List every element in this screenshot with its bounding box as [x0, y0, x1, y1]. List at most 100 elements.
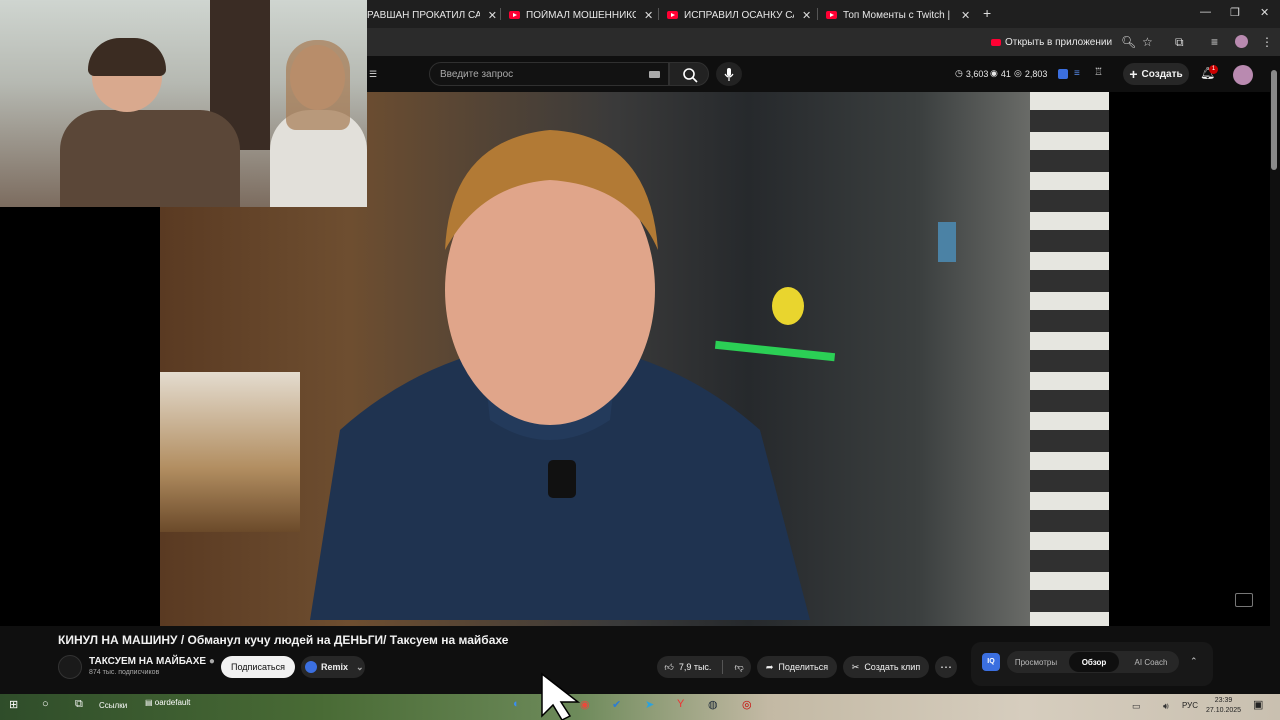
- iq-badge: IQ: [982, 653, 1000, 671]
- extension-list-icon[interactable]: ≡: [1074, 68, 1080, 79]
- account-avatar[interactable]: [1233, 65, 1253, 85]
- notification-center-icon[interactable]: ▣: [1253, 698, 1263, 711]
- tab-title: ПОЙМАЛ МОШЕННИКОВ И ЗА: [526, 9, 636, 21]
- stat-comments: ◎ 2,803: [1014, 68, 1047, 79]
- video-title: КИНУЛ НА МАШИНУ / Обманул кучу людей на …: [58, 633, 509, 647]
- scissors-icon: ✂: [851, 661, 860, 672]
- extension-iq-icon[interactable]: [1058, 69, 1068, 79]
- extensions-icon[interactable]: ⧉: [1175, 35, 1184, 50]
- eye-icon: ◉: [990, 68, 998, 78]
- channel-name[interactable]: ТАКСУЕМ НА МАЙБАХЕ ●: [89, 656, 215, 667]
- stat-views: ◉ 41: [990, 68, 1011, 79]
- new-tab-button[interactable]: +: [983, 5, 991, 21]
- language-indicator[interactable]: РУС: [1182, 701, 1198, 710]
- thumbs-up-icon[interactable]: 👍︎: [664, 662, 673, 673]
- share-icon: ➦: [765, 661, 774, 672]
- media-controls-icon[interactable]: ≡: [1211, 35, 1218, 49]
- search-input[interactable]: Введите запрос: [429, 62, 669, 86]
- clock-time: 23:39: [1214, 697, 1233, 704]
- task-view-icon[interactable]: ⧉: [75, 698, 83, 711]
- remix-label: Remix: [321, 662, 349, 672]
- player-letterbox-left: [0, 207, 160, 626]
- youtube-icon: [509, 11, 520, 19]
- tab-divider: [658, 8, 659, 20]
- clock[interactable]: 23:39 27.10.2025: [1206, 696, 1241, 716]
- links-toolbar[interactable]: Ссылки: [99, 701, 127, 710]
- steam-icon[interactable]: ◍: [708, 698, 718, 711]
- profile-avatar[interactable]: [1235, 35, 1248, 48]
- keyboard-icon[interactable]: [649, 71, 660, 78]
- volume-icon[interactable]: 🔊︎: [1163, 701, 1169, 712]
- remix-button[interactable]: Remix ⌄: [301, 656, 365, 678]
- close-tab-icon[interactable]: ✕: [488, 9, 497, 22]
- clip-button[interactable]: ✂ Создать клип: [843, 656, 929, 678]
- edge-icon[interactable]: ◐: [513, 698, 520, 710]
- search-icon[interactable]: ○: [42, 698, 49, 710]
- windows-taskbar: [0, 694, 1280, 720]
- more-actions-button[interactable]: ⋯: [935, 656, 957, 678]
- close-tab-icon[interactable]: ✕: [802, 9, 811, 22]
- browser-tab-4[interactable]: Топ Моменты с Twitch | Кукин ✕: [826, 4, 972, 26]
- player-letterbox-right: [1109, 92, 1270, 626]
- voice-search-button[interactable]: [716, 62, 742, 86]
- like-dislike-group: 👍︎ 7,9 тыс. 👎︎: [657, 656, 751, 678]
- hair-right: [286, 40, 350, 130]
- divider: [722, 660, 724, 674]
- clock-icon: ◷: [955, 68, 963, 78]
- open-in-app-button[interactable]: Открыть в приложении: [991, 33, 1112, 51]
- browser-tab-3[interactable]: ИСПРАВИЛ ОСАНКУ САМЫМ ✕: [667, 4, 813, 26]
- thumbs-down-icon[interactable]: 👎︎: [734, 662, 743, 673]
- verified-icon: ●: [208, 656, 215, 667]
- subscriber-count: 874 тыс. подписчиков: [89, 669, 160, 676]
- browser-tab-1[interactable]: РАВШАН ПРОКАТИЛ САБИНУ ✕: [367, 4, 497, 26]
- bookmark-star-icon[interactable]: ☆: [1142, 35, 1153, 49]
- browser-menu-icon[interactable]: ⋮: [1261, 35, 1273, 49]
- search-icon: [683, 68, 698, 83]
- file-icon: ▤: [145, 698, 153, 707]
- app-check-icon[interactable]: ✔: [612, 698, 621, 711]
- tab-views[interactable]: Просмотры: [1010, 651, 1062, 673]
- stat-value: 2,803: [1024, 68, 1048, 79]
- close-window-icon[interactable]: ✕: [1260, 6, 1269, 19]
- stat-value: 41: [1000, 68, 1011, 79]
- comment-icon: ◎: [1014, 68, 1022, 78]
- microphone-icon: [724, 68, 734, 81]
- like-count[interactable]: 7,9 тыс.: [679, 662, 712, 672]
- taskbar-default-item[interactable]: ▤ oardefault: [145, 698, 190, 707]
- restore-icon[interactable]: ❐: [1230, 6, 1240, 19]
- create-button[interactable]: + Создать: [1123, 63, 1189, 85]
- share-button[interactable]: ➦ Поделиться: [757, 656, 837, 678]
- scrollbar-thumb[interactable]: [1271, 70, 1277, 170]
- tab-ai-coach[interactable]: AI Coach: [1126, 651, 1176, 673]
- search-button[interactable]: [669, 62, 709, 86]
- search-placeholder: Введите запрос: [440, 68, 514, 80]
- tab-divider: [500, 8, 501, 20]
- yandex-icon[interactable]: Y: [677, 698, 684, 710]
- close-tab-icon[interactable]: ✕: [961, 9, 970, 22]
- tab-title: РАВШАН ПРОКАТИЛ САБИНУ: [367, 9, 480, 21]
- screen-light: [938, 222, 956, 262]
- youtube-icon: [991, 38, 1001, 46]
- telegram-icon[interactable]: ➤: [645, 698, 654, 711]
- close-tab-icon[interactable]: ✕: [644, 9, 653, 22]
- channel-avatar[interactable]: [58, 655, 82, 679]
- clock-date: 27.10.2025: [1206, 707, 1242, 714]
- subscribe-button[interactable]: Подписаться: [221, 656, 295, 678]
- extension-trophy-icon[interactable]: ♖: [1094, 67, 1103, 78]
- minimize-icon[interactable]: —: [1200, 6, 1211, 18]
- hamburger-menu-icon[interactable]: ☰: [369, 69, 377, 80]
- browser-tab-2[interactable]: ПОЙМАЛ МОШЕННИКОВ И ЗА ✕: [509, 4, 654, 26]
- share-label: Поделиться: [778, 662, 829, 672]
- youtube-icon: [667, 11, 678, 19]
- start-icon[interactable]: ⊞: [9, 698, 18, 711]
- channel-name-text: ТАКСУЕМ НА МАЙБАХЕ: [89, 656, 207, 667]
- mouse-cursor-icon: [541, 672, 581, 720]
- obs-icon[interactable]: ◎: [742, 698, 752, 711]
- plus-icon: +: [1129, 66, 1138, 82]
- tab-overview[interactable]: Обзор: [1069, 652, 1119, 672]
- zoom-icon[interactable]: 🔍︎: [1121, 35, 1136, 49]
- chevron-down-icon: ⌄: [356, 661, 364, 672]
- network-icon[interactable]: ▭: [1132, 701, 1141, 712]
- miniplayer-icon[interactable]: [1235, 593, 1253, 607]
- collapse-chevron-icon[interactable]: ⌃: [1190, 656, 1198, 667]
